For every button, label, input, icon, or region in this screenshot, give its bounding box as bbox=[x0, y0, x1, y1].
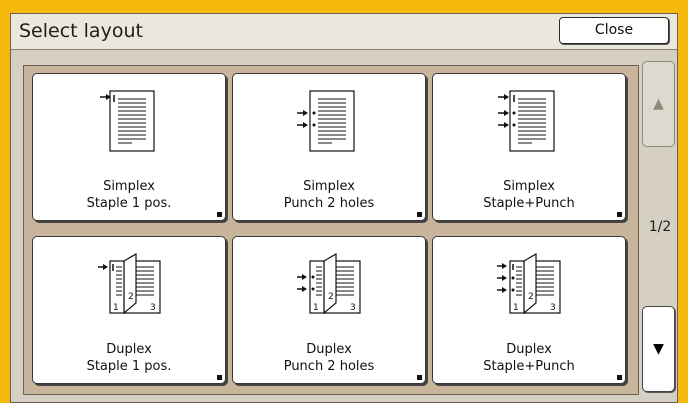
tile-label: Simplex Staple 1 pos. bbox=[86, 179, 172, 211]
duplex-staple-punch-icon: 3 2 1 bbox=[497, 252, 561, 315]
svg-text:2: 2 bbox=[328, 292, 334, 302]
layout-option-simplex-staple-1-pos[interactable]: Simplex Staple 1 pos. bbox=[32, 73, 226, 221]
down-arrow-icon: ▼ bbox=[653, 341, 664, 357]
page-up-button[interactable]: ▲ bbox=[642, 61, 675, 147]
tile-label: Simplex Staple+Punch bbox=[483, 179, 575, 211]
corner-mark bbox=[617, 212, 622, 217]
svg-text:3: 3 bbox=[350, 303, 356, 313]
corner-mark bbox=[417, 375, 422, 380]
tile-label: Duplex Staple 1 pos. bbox=[86, 342, 172, 374]
corner-mark bbox=[417, 212, 422, 217]
duplex-staple-icon: 3 2 1 bbox=[98, 252, 161, 315]
svg-text:3: 3 bbox=[150, 303, 156, 313]
page-down-button[interactable]: ▼ bbox=[642, 306, 675, 392]
layout-option-duplex-staple-punch[interactable]: 3 2 1 Duplex Staple+Punch bbox=[432, 236, 626, 384]
layout-option-duplex-punch-2-holes[interactable]: 3 2 1 Duplex Punch 2 holes bbox=[232, 236, 426, 384]
svg-text:1: 1 bbox=[313, 303, 319, 313]
svg-text:2: 2 bbox=[128, 292, 134, 302]
dialog-title: Select layout bbox=[19, 20, 143, 42]
tile-label: Duplex Punch 2 holes bbox=[283, 342, 375, 374]
title-bar: Select layout Close bbox=[11, 14, 677, 50]
up-arrow-icon: ▲ bbox=[653, 96, 664, 112]
corner-mark bbox=[217, 212, 222, 217]
simplex-staple-icon bbox=[100, 90, 155, 152]
layout-grid: Simplex Staple 1 pos. Simplex Punch 2 ho… bbox=[23, 65, 639, 395]
corner-mark bbox=[617, 375, 622, 380]
duplex-punch-icon: 3 2 1 bbox=[297, 252, 361, 315]
tile-label: Simplex Punch 2 holes bbox=[283, 179, 375, 211]
layout-option-simplex-punch-2-holes[interactable]: Simplex Punch 2 holes bbox=[232, 73, 426, 221]
simplex-staple-punch-icon bbox=[498, 90, 555, 152]
tile-label: Duplex Staple+Punch bbox=[483, 342, 575, 374]
svg-text:3: 3 bbox=[550, 303, 556, 313]
layout-dialog: Select layout Close Simplex Staple 1 pos… bbox=[10, 13, 678, 403]
layout-option-duplex-staple-1-pos[interactable]: 3 2 1 Duplex Staple 1 pos. bbox=[32, 236, 226, 384]
close-button[interactable]: Close bbox=[559, 17, 669, 44]
page-indicator: 1/2 bbox=[648, 219, 672, 235]
svg-text:2: 2 bbox=[528, 292, 534, 302]
layout-option-simplex-staple-punch[interactable]: Simplex Staple+Punch bbox=[432, 73, 626, 221]
simplex-punch-icon bbox=[297, 90, 355, 152]
svg-text:1: 1 bbox=[113, 303, 119, 313]
corner-mark bbox=[217, 375, 222, 380]
svg-text:1: 1 bbox=[513, 303, 519, 313]
